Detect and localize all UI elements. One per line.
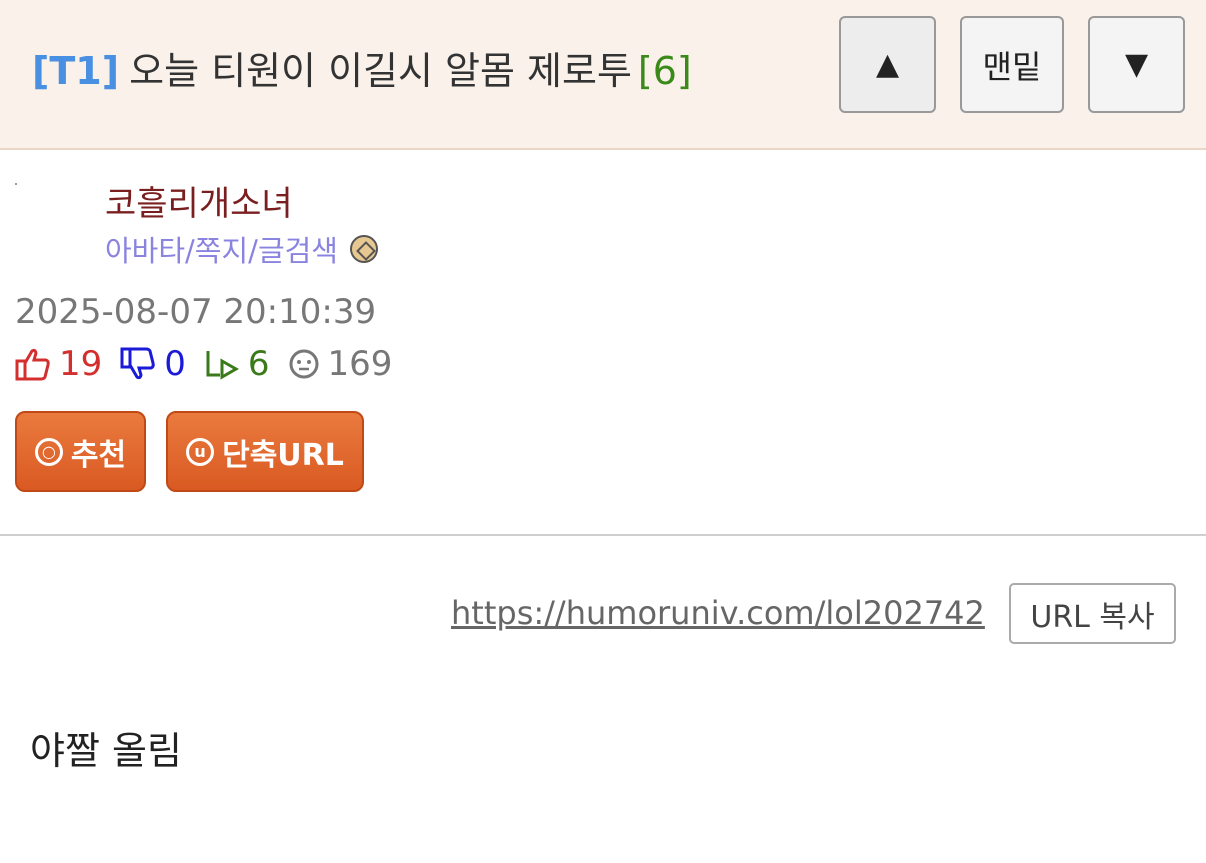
- smiley-icon: [289, 349, 319, 379]
- recommend-button[interactable]: ○ 추천: [15, 411, 146, 492]
- reply-stat: 6: [204, 344, 270, 384]
- upvote-stat: 19: [15, 344, 102, 384]
- downvote-count: 0: [164, 344, 186, 384]
- post-stats: 19 0 6 169: [15, 344, 410, 384]
- post-timestamp: 2025-08-07 20:10:39: [15, 292, 377, 332]
- copy-url-button[interactable]: URL 복사: [1009, 583, 1176, 644]
- post-url-link[interactable]: https://humoruniv.com/lol202742: [451, 594, 985, 632]
- scroll-bottom-button[interactable]: 맨밑: [960, 16, 1064, 113]
- post-header: [T1] 오늘 티원이 이길시 알몸 제로투 [6] ▲ 맨밑 ▼: [0, 0, 1206, 150]
- downvote-stat: 0: [120, 344, 186, 384]
- scroll-down-button[interactable]: ▼: [1088, 16, 1185, 113]
- comment-count: [6]: [637, 49, 692, 93]
- post-tag: [T1]: [32, 49, 120, 93]
- short-url-button[interactable]: u 단축URL: [166, 411, 364, 492]
- short-url-icon: u: [186, 437, 215, 466]
- section-divider: [0, 534, 1206, 536]
- short-url-label: 단축URL: [222, 437, 344, 473]
- thumbs-down-icon: [120, 347, 156, 380]
- author-name[interactable]: 코흘리개소녀: [105, 176, 293, 225]
- view-stat: 169: [288, 344, 393, 384]
- recommend-icon: ○: [34, 437, 63, 466]
- post-title-row[interactable]: [T1] 오늘 티원이 이길시 알몸 제로투 [6]: [32, 40, 692, 95]
- avatar[interactable]: [15, 183, 17, 185]
- reply-count: 6: [247, 344, 270, 384]
- post-title: 오늘 티원이 이길시 알몸 제로투: [129, 49, 632, 93]
- view-count: 169: [327, 344, 393, 384]
- reply-arrow-icon: [206, 351, 239, 380]
- post-body-text: 야짤 올림: [30, 729, 182, 773]
- author-links: 아바타/쪽지/글검색: [105, 228, 378, 270]
- upvote-count: 19: [59, 344, 103, 384]
- scroll-up-button[interactable]: ▲: [839, 16, 936, 113]
- thumbs-up-icon: [15, 348, 50, 381]
- author-links-text[interactable]: 아바타/쪽지/글검색: [105, 228, 338, 270]
- recommend-label: 추천: [70, 437, 127, 473]
- member-badge-icon: [349, 235, 378, 263]
